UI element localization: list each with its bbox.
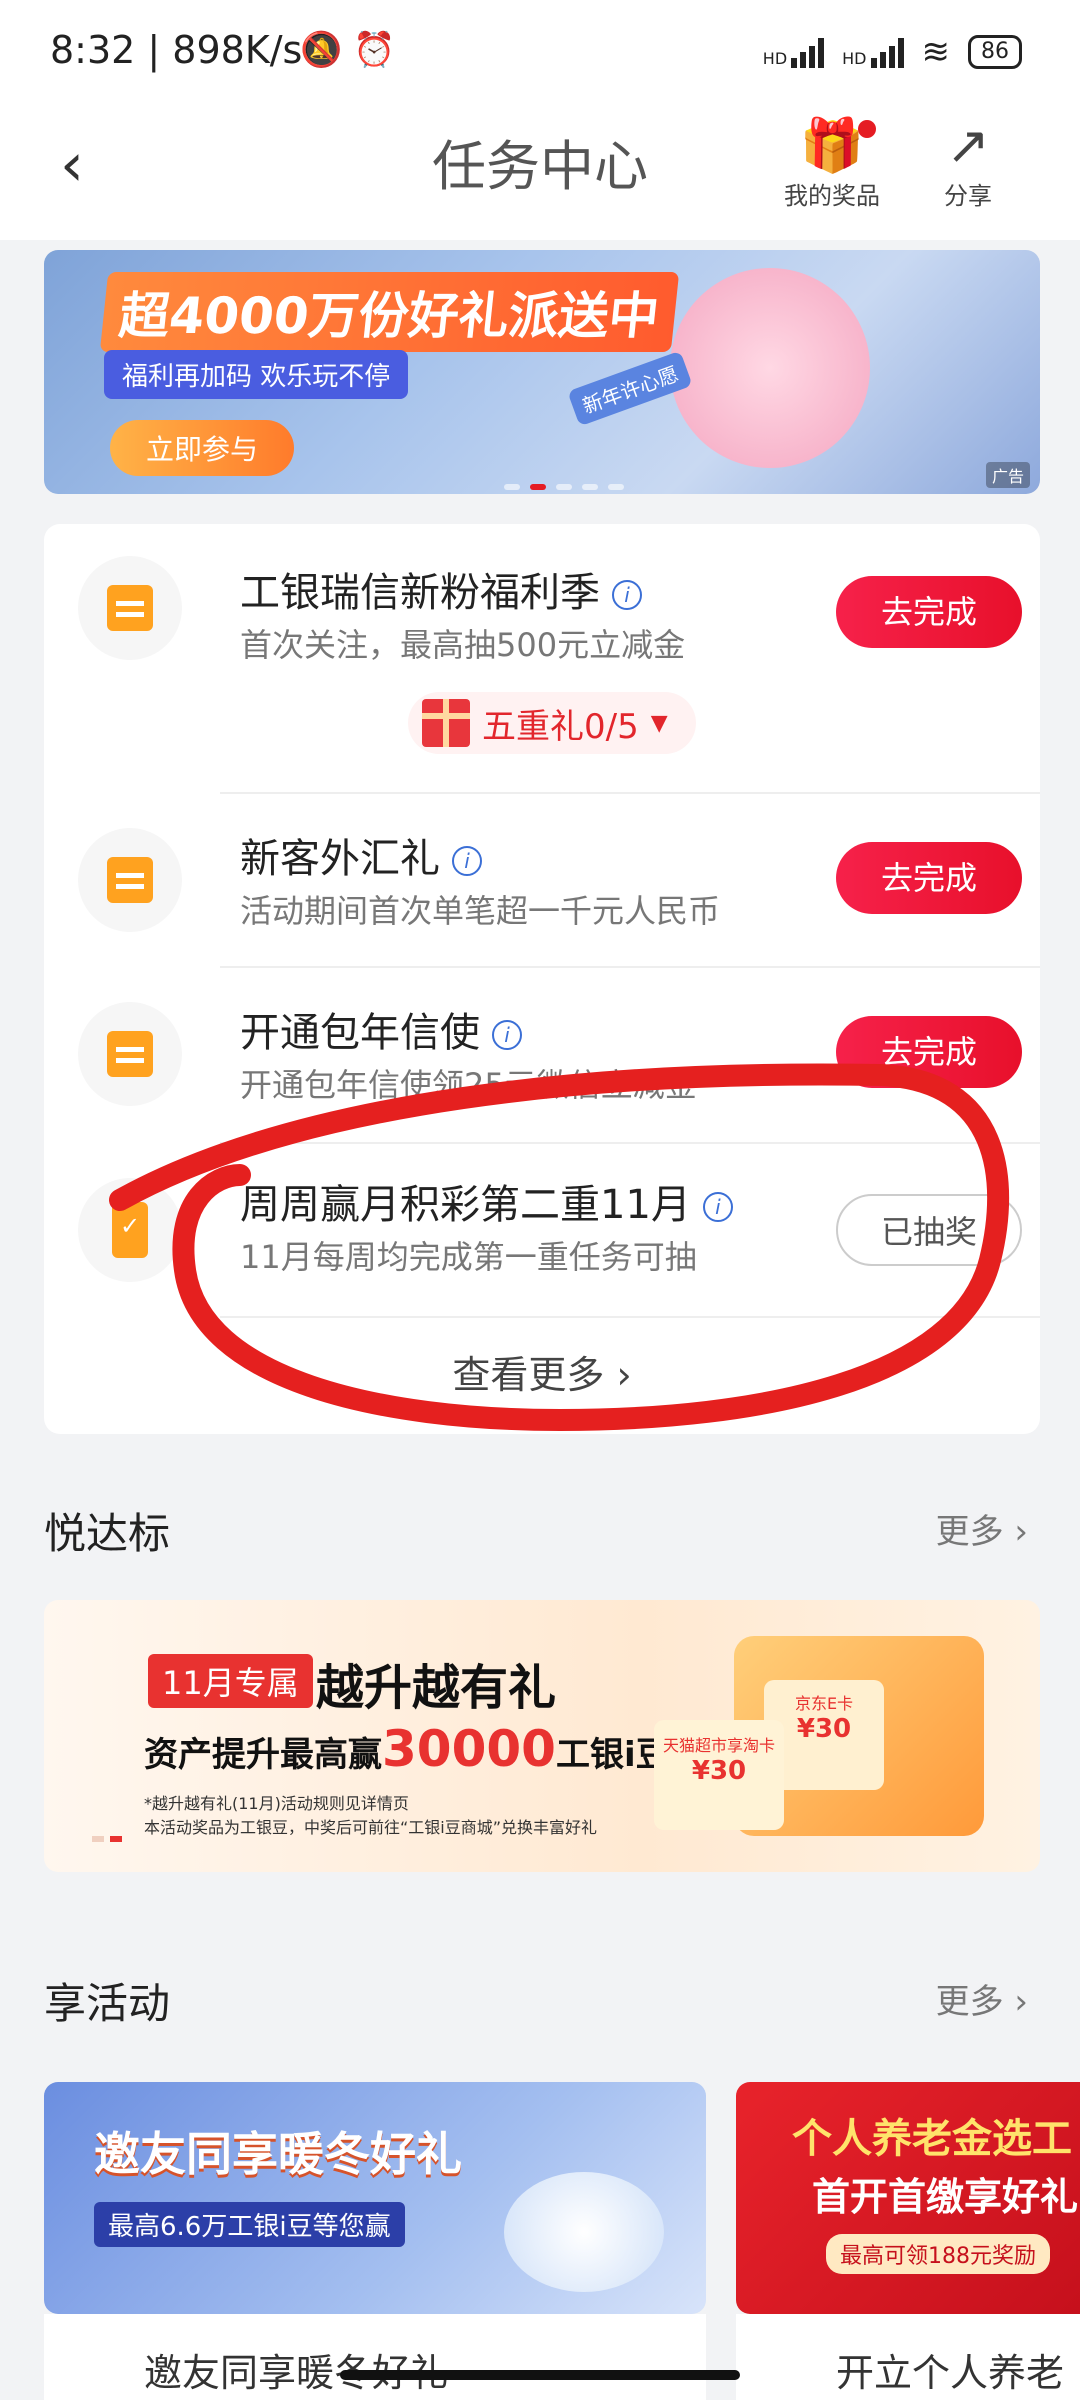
- promo-banner[interactable]: 超4000万份好礼派送中 福利再加码 欢乐玩不停 立即参与 新年许心愿 广告: [44, 250, 1040, 494]
- activity-caption: 开立个人养老: [736, 2314, 1080, 2400]
- notification-dot: [858, 120, 876, 138]
- signal-icon-2: HD: [842, 36, 904, 68]
- calendar-icon: [78, 556, 182, 660]
- phone-check-icon: [78, 1178, 182, 1282]
- task-list-card: 工银瑞信新粉福利季 i 首次关注，最高抽500元立减金 去完成 五重礼0/5 ▼ …: [44, 524, 1040, 1434]
- share-button[interactable]: ↗ 分享: [944, 116, 992, 211]
- divider: [220, 1142, 1040, 1144]
- section-title-xianghuodong: 享活动: [44, 1979, 171, 2028]
- signal-icon: HD: [763, 36, 825, 68]
- info-icon[interactable]: i: [612, 580, 642, 610]
- task-complete-button[interactable]: 去完成: [836, 1016, 1022, 1088]
- activity-headline-2: 首开首缴享好礼: [812, 2175, 1079, 2219]
- task-desc: 开通包年信使领25元微信立减金: [240, 1066, 697, 1104]
- activity-caption: 邀友同享暖冬好礼: [44, 2314, 706, 2400]
- gift-box-icon: [422, 699, 470, 747]
- divider: [220, 1316, 1040, 1318]
- share-label: 分享: [944, 182, 992, 210]
- calendar-icon: [78, 828, 182, 932]
- activity-headline: 个人养老金选工: [792, 2116, 1072, 2162]
- banner-cta-button[interactable]: 立即参与: [110, 420, 295, 476]
- activity-sub: 最高可领188元奖励: [826, 2234, 1050, 2274]
- activity-card-invite[interactable]: 邀友同享暖冬好礼 最高6.6万工银i豆等您赢: [44, 2082, 706, 2314]
- promo-note: *越升越有礼(11月)活动规则见详情页: [144, 1794, 409, 1813]
- gift-icon: 🎁: [784, 116, 880, 176]
- activity-card-pension[interactable]: 个人养老金选工 首开首缴享好礼 最高可领188元奖励: [736, 2082, 1080, 2314]
- status-right: HD HD ≋ 86: [763, 32, 1022, 72]
- task-complete-button[interactable]: 去完成: [836, 576, 1022, 648]
- drawn-status-button[interactable]: 已抽奖: [836, 1194, 1022, 1266]
- divider: [220, 966, 1040, 968]
- banner-headline: 超4000万份好礼派送中: [99, 272, 680, 352]
- task-title: 新客外汇礼 i: [240, 826, 482, 884]
- page-title: 任务中心: [432, 135, 648, 198]
- status-icons: 🔕 ⏰: [300, 30, 396, 70]
- header: ‹ 任务中心 🎁 我的奖品 ↗ 分享: [0, 100, 1080, 240]
- task-desc: 首次关注，最高抽500元立减金: [240, 626, 686, 664]
- my-prizes-label: 我的奖品: [784, 182, 880, 210]
- activity-headline: 邀友同享暖冬好礼: [94, 2127, 462, 2181]
- view-more-link[interactable]: 查看更多 ›: [44, 1344, 1040, 1399]
- carousel-dots: [92, 1836, 122, 1842]
- section-more-link[interactable]: 更多 ›: [936, 1504, 1028, 1553]
- promo-card-yueshengyueyouli[interactable]: 11月专属 越升越有礼 资产提升最高赢30000工银i豆 *越升越有礼(11月)…: [44, 1600, 1040, 1872]
- prize-badge[interactable]: 五重礼0/5 ▼: [408, 692, 696, 754]
- task-desc: 活动期间首次单笔超一千元人民币: [240, 892, 721, 930]
- calendar-icon: [78, 1002, 182, 1106]
- task-title: 周周赢月积彩第二重11月 i: [240, 1172, 733, 1230]
- promo-note: 本活动奖品为工银豆，中奖后可前往“工银i豆商城”兑换丰富好礼: [144, 1818, 598, 1837]
- task-desc: 11月每周均完成第一重任务可抽: [240, 1238, 697, 1276]
- section-more-link[interactable]: 更多 ›: [936, 1974, 1028, 2023]
- arrow-down-icon: ▼: [650, 710, 668, 736]
- alarm-icon: ⏰: [353, 30, 396, 70]
- info-icon[interactable]: i: [702, 1192, 733, 1222]
- carousel-dots: [504, 484, 624, 490]
- promo-headline: 越升越有礼: [316, 1660, 557, 1716]
- info-icon[interactable]: i: [492, 1020, 522, 1050]
- snowman-image: [504, 2172, 664, 2292]
- task-title: 工银瑞信新粉福利季 i: [240, 560, 642, 618]
- share-icon: ↗: [946, 116, 990, 176]
- mute-icon: 🔕: [300, 30, 343, 70]
- info-icon[interactable]: i: [452, 846, 482, 876]
- ad-label: 广告: [985, 462, 1030, 488]
- activity-sub: 最高6.6万工银i豆等您赢: [94, 2202, 405, 2247]
- task-complete-button[interactable]: 去完成: [836, 842, 1022, 914]
- promo-line: 资产提升最高赢30000工银i豆: [144, 1720, 670, 1778]
- tmall-card-image: 天猫超市享淘卡 ¥30: [654, 1720, 784, 1830]
- my-prizes-button[interactable]: 🎁 我的奖品: [784, 116, 880, 211]
- task-title: 开通包年信使 i: [240, 1000, 522, 1058]
- banner-subline: 福利再加码 欢乐玩不停: [104, 350, 409, 399]
- status-bar: 8:32 | 898K/s 🔕 ⏰ HD HD ≋ 86: [0, 0, 1080, 100]
- promo-tag: 11月专属: [148, 1654, 313, 1708]
- wifi-icon: ≋: [921, 32, 951, 72]
- banner-tag: 新年许心愿: [567, 350, 693, 427]
- battery-indicator: 86: [968, 35, 1022, 69]
- divider: [220, 792, 1040, 794]
- section-title-yuedabiao: 悦达标: [44, 1509, 171, 1558]
- status-time: 8:32 | 898K/s: [50, 28, 303, 72]
- home-indicator[interactable]: [340, 2370, 740, 2380]
- wish-tree-image: [670, 268, 870, 468]
